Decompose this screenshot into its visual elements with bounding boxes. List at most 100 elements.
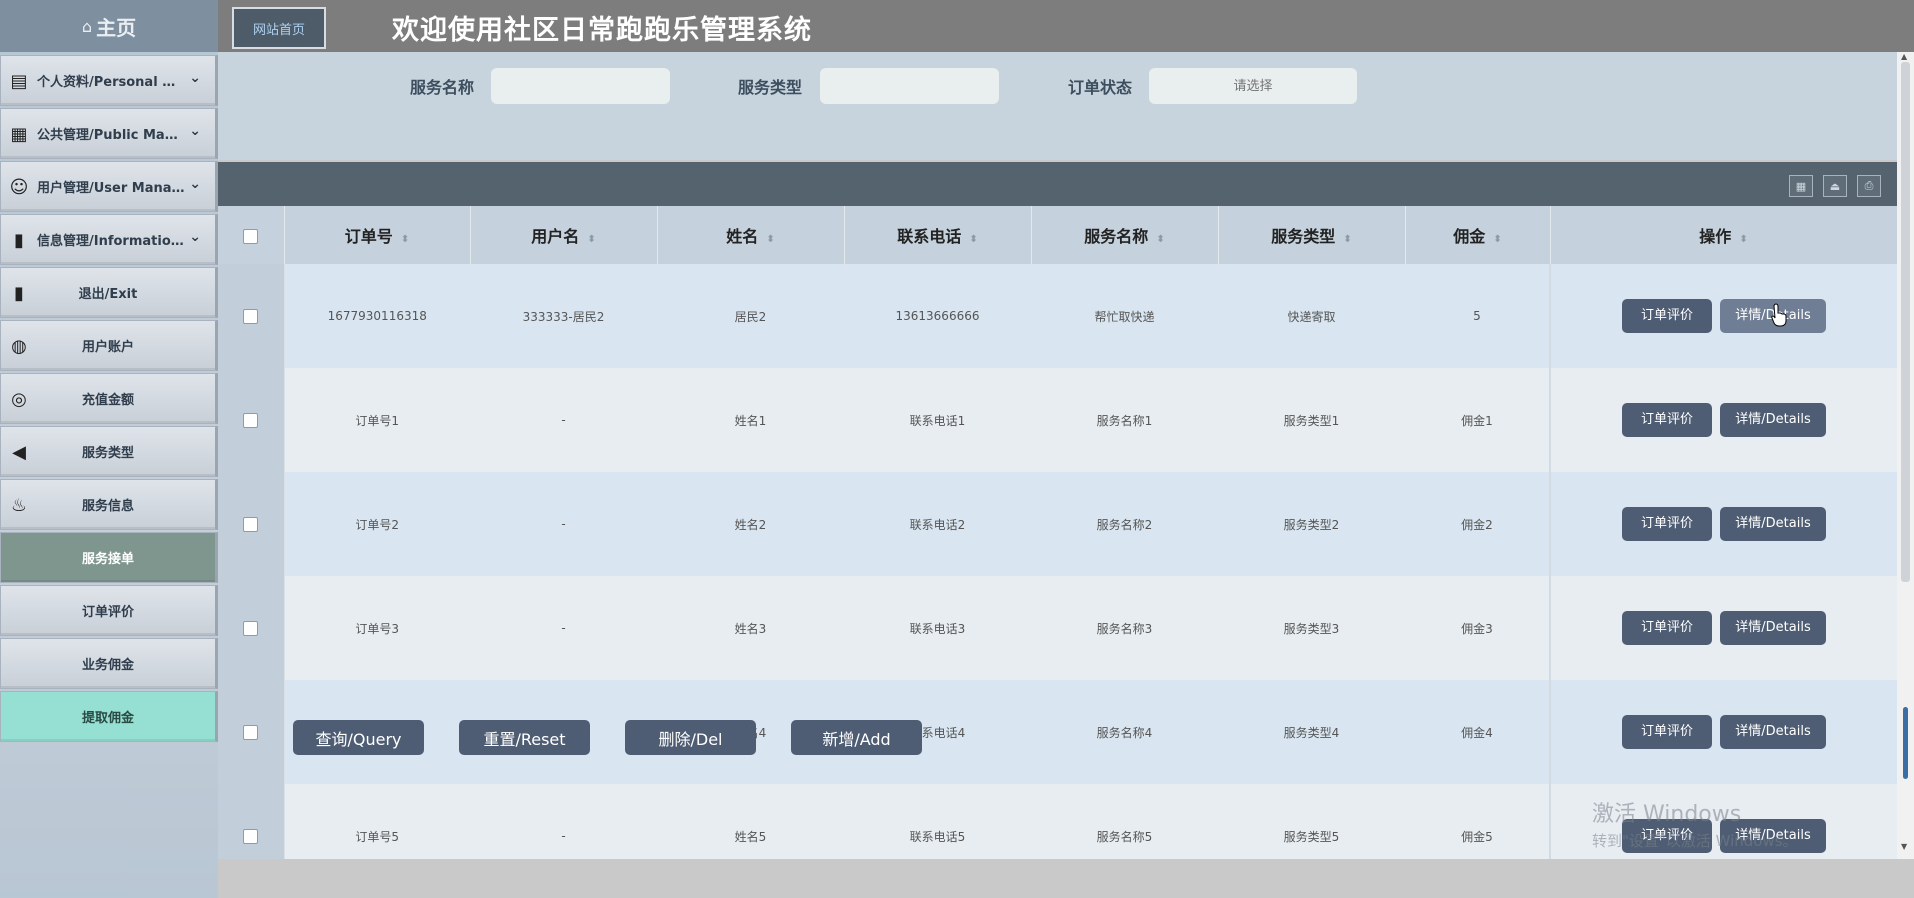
website-home-button[interactable]: 网站首页 (232, 7, 326, 49)
vertical-scrollbar[interactable]: ▲ ▼ (1897, 52, 1914, 859)
sidebar-item-exit[interactable]: ▮ 退出/Exit (0, 267, 218, 318)
table-cell: 快递寄取 (1218, 264, 1405, 368)
table-cell: 帮忙取快递 (1031, 264, 1218, 368)
table-cell: 服务类型5 (1218, 784, 1405, 859)
search-panel: 服务名称 服务类型 订单状态 (218, 52, 1897, 160)
column-header[interactable]: 姓名 ⬍ (657, 206, 845, 264)
reset-button[interactable]: 重置/Reset (459, 720, 590, 755)
column-header[interactable]: 订单号 ⬍ (284, 206, 471, 264)
table-cell: 5 (1405, 264, 1550, 368)
table-cell: 服务类型2 (1218, 472, 1405, 576)
chevron-down-icon: ⌄ (189, 123, 201, 139)
row-checkbox[interactable] (243, 412, 259, 428)
sidebar-item-label: 用户管理/User Manage (37, 181, 185, 196)
service-name-input[interactable] (491, 68, 670, 104)
row-select-cell (218, 576, 285, 680)
column-header[interactable]: 操作 ⬍ (1550, 206, 1897, 264)
table-cell: 联系电话2 (844, 472, 1031, 576)
actions-cell: 订单评价 详情/Details (1549, 576, 1897, 680)
sidebar-item-service-orders[interactable]: 服务接单 (0, 532, 218, 583)
filter-icon[interactable]: ▦ (1789, 175, 1813, 197)
table-cell: - (470, 368, 657, 472)
scroll-down-icon[interactable]: ▼ (1901, 842, 1907, 851)
service-type-input[interactable] (820, 68, 999, 104)
sidebar-item-business-commission[interactable]: 业务佣金 (0, 638, 218, 689)
sort-icon: ⬍ (1156, 234, 1165, 245)
table-row: 1677930116318 333333-居民2 居民2 13613666666 帮忙取… (218, 264, 1897, 368)
row-checkbox[interactable] (243, 620, 259, 636)
actions-cell: 订单评价 详情/Details (1549, 680, 1897, 784)
sidebar-item-label: 服务信息 (81, 499, 134, 514)
watermark-line2: 转到"设置"以激活 Windows。 (1592, 832, 1798, 850)
sidebar-item-information-manage[interactable]: ▮ 信息管理/Information Man... ⌄ (0, 214, 218, 265)
hand-cursor-icon (1771, 303, 1787, 327)
details-button[interactable]: 详情/Details (1720, 403, 1826, 437)
delete-button[interactable]: 删除/Del (625, 720, 756, 755)
export-icon[interactable]: ⏏ (1823, 175, 1847, 197)
table-cell: - (470, 576, 657, 680)
row-checkbox[interactable] (243, 308, 259, 324)
sidebar-item-label: 用户账户 (81, 340, 134, 355)
sort-icon: ⬍ (400, 234, 410, 245)
sidebar-item-user-account[interactable]: ◍ 用户账户 (0, 320, 218, 371)
table-cell: 订单号2 (284, 472, 470, 576)
sidebar-item-recharge-amount[interactable]: ◎ 充值金额 (0, 373, 218, 424)
service-type-label: 服务类型 (738, 78, 803, 97)
order-review-button[interactable]: 订单评价 (1622, 507, 1712, 541)
document-icon: ▦ (10, 123, 28, 145)
scroll-up-icon[interactable]: ▲ (1901, 52, 1907, 61)
table-cell: 姓名5 (657, 784, 844, 859)
table-cell: 联系电话3 (844, 576, 1031, 680)
table-cell: 联系电话1 (844, 368, 1031, 472)
sort-icon: ⬍ (969, 234, 978, 245)
order-review-button[interactable]: 订单评价 (1622, 403, 1712, 437)
sidebar-item-label: 个人资料/Personal Data (37, 75, 185, 90)
sidebar-item-public-manage[interactable]: ▦ 公共管理/Public Manage ⌄ (0, 108, 218, 159)
order-review-button[interactable]: 订单评价 (1622, 611, 1712, 645)
table-row: 订单号1- 姓名1 联系电话1 服务名称1 服务类型1 佣金1 订单评价 详情/Details (218, 368, 1897, 472)
sidebar-item-label: 公共管理/Public Manage (37, 128, 185, 143)
sidebar-item-withdraw-commission[interactable]: 提取佣金 (0, 691, 218, 742)
scroll-track[interactable] (1901, 62, 1910, 582)
table-cell: 服务类型3 (1218, 576, 1405, 680)
row-checkbox[interactable] (243, 828, 259, 844)
table-cell: 佣金3 (1405, 576, 1550, 680)
sidebar-item-personal-data[interactable]: ▤ 个人资料/Personal Data ⌄ (0, 55, 218, 106)
actions-cell: 订单评价 详情/Details (1549, 368, 1897, 472)
details-button[interactable]: 详情/Details (1720, 611, 1826, 645)
table-cell: 服务名称2 (1031, 472, 1218, 576)
sidebar: ⌂ 主页 ▤ 个人资料/Personal Data ⌄ ▦ 公共管理/Public Ma… (0, 0, 218, 898)
table-cell: 佣金4 (1405, 680, 1550, 784)
watermark-line1: 激活 Windows (1592, 802, 1742, 827)
table-cell: 服务名称4 (1031, 680, 1218, 784)
column-header[interactable]: 佣金 ⬍ (1405, 206, 1551, 264)
add-button[interactable]: 新增/Add (791, 720, 922, 755)
column-header[interactable]: 服务名称 ⬍ (1031, 206, 1219, 264)
table-cell: 订单号5 (284, 784, 470, 859)
sidebar-item-label: 充值金额 (81, 393, 134, 408)
orders-table: 订单号 ⬍ 用户名 ⬍ 姓名 ⬍ 联系电话 ⬍ 服务名称 ⬍ 服务类型 ⬍ 佣金 ⬍ 操作 ⬍ … (218, 206, 1897, 859)
column-header[interactable]: 服务类型 ⬍ (1218, 206, 1406, 264)
select-all-checkbox[interactable] (243, 228, 259, 244)
row-checkbox[interactable] (243, 516, 259, 532)
details-button[interactable]: 详情/Details (1720, 507, 1826, 541)
row-checkbox[interactable] (243, 724, 259, 740)
order-status-select[interactable] (1149, 68, 1357, 104)
home-link[interactable]: ⌂ 主页 (0, 0, 218, 52)
sidebar-item-service-info[interactable]: ♨ 服务信息 (0, 479, 218, 530)
row-select-cell (218, 784, 285, 859)
order-review-button[interactable]: 订单评价 (1622, 299, 1712, 333)
sidebar-item-service-type[interactable]: ◀ 服务类型 (0, 426, 218, 477)
sidebar-item-order-review[interactable]: 订单评价 (0, 585, 218, 636)
sidebar-item-user-manage[interactable]: ☺ 用户管理/User Manage ⌄ (0, 161, 218, 212)
column-header[interactable]: 用户名 ⬍ (470, 206, 658, 264)
column-header[interactable]: 联系电话 ⬍ (844, 206, 1032, 264)
table-cell: 居民2 (657, 264, 844, 368)
scroll-thumb[interactable] (1903, 707, 1908, 779)
sort-icon: ⬍ (587, 234, 596, 245)
chevron-down-icon: ⌄ (189, 70, 201, 86)
print-icon[interactable]: ⎙ (1857, 175, 1881, 197)
details-button[interactable]: 详情/Details (1720, 715, 1826, 749)
query-button[interactable]: 查询/Query (293, 720, 424, 755)
order-review-button[interactable]: 订单评价 (1622, 715, 1712, 749)
